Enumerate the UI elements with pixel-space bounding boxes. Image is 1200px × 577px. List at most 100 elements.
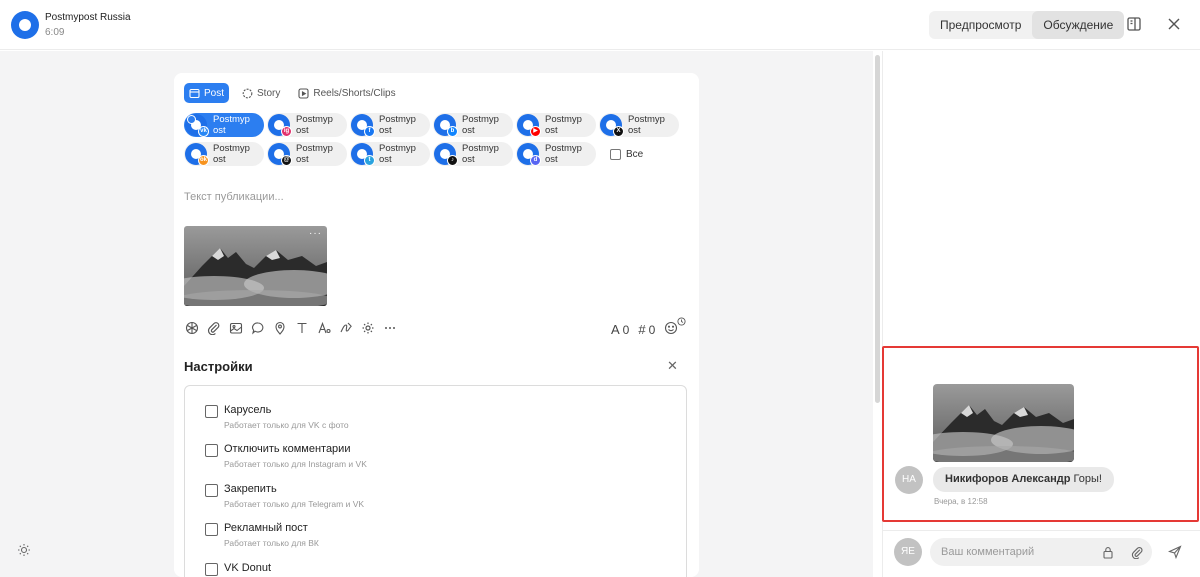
channel-name: Postmyp [213, 143, 250, 154]
channel-chip[interactable]: b Postmyp ost [433, 113, 513, 137]
channel-name: Postmyp [462, 143, 499, 154]
tab-preview[interactable]: Предпросмотр [929, 11, 1032, 39]
settings-options: Карусель Работает только для VK с фото О… [184, 385, 687, 577]
image-icon[interactable] [228, 320, 243, 335]
settings-close-icon[interactable]: ✕ [667, 358, 678, 374]
select-all-checkbox[interactable] [610, 149, 621, 160]
send-icon[interactable] [1168, 545, 1182, 559]
channel-name-cont: ost [545, 125, 558, 136]
attach-icon[interactable] [206, 320, 221, 335]
split-view-icon[interactable] [1124, 14, 1144, 34]
char-count-icon: A [611, 322, 620, 337]
instagram-icon: ig [281, 126, 292, 137]
attached-image[interactable]: ··· [184, 226, 327, 306]
channel-chip[interactable]: ▶ Postmyp ost [516, 113, 596, 137]
tab-discussion[interactable]: Обсуждение [1032, 11, 1125, 39]
close-icon[interactable] [1164, 14, 1184, 34]
comment-time: Вчера, в 12:58 [934, 497, 988, 506]
option-label: VK Donut [224, 562, 272, 574]
channel-name-cont: ost [213, 125, 226, 136]
ai-icon[interactable] [184, 320, 199, 335]
bluesky-icon: b [447, 126, 458, 137]
lock-icon[interactable] [1101, 545, 1115, 559]
comment-avatar: НА [895, 466, 923, 494]
option-hint: Работает только для VK с фото [224, 420, 349, 430]
channel-chip[interactable]: d Postmyp ost [516, 142, 596, 166]
account-time: 6:09 [45, 27, 65, 38]
ok-icon: ok [198, 155, 209, 166]
tab-story[interactable]: Story [237, 83, 285, 103]
mountain-photo [184, 226, 327, 306]
char-count: 0 [622, 322, 630, 337]
channel-chip[interactable]: ig Postmyp ost [267, 113, 347, 137]
carousel-checkbox[interactable] [205, 405, 218, 418]
channel-name: Postmyp [628, 114, 665, 125]
settings-gear-icon[interactable] [360, 320, 375, 335]
channel-name: Postmyp [296, 114, 333, 125]
tab-post[interactable]: Post [184, 83, 230, 103]
more-options-icon[interactable] [382, 320, 397, 335]
view-switcher: Предпросмотр Обсуждение [929, 11, 1125, 39]
post-type-tabs: Post Story Reels/Shorts/Clips [184, 83, 401, 103]
schedule-clock-icon[interactable] [677, 315, 686, 329]
channel-name: Postmyp [296, 143, 333, 154]
select-all[interactable]: Все [610, 149, 643, 160]
vk-donut-checkbox[interactable] [205, 563, 218, 576]
text-format-icon[interactable] [294, 320, 309, 335]
channel-name-cont: ost [462, 125, 475, 136]
location-icon[interactable] [272, 320, 287, 335]
editor-scrollbar[interactable] [875, 55, 880, 403]
selected-check-icon [187, 115, 196, 124]
emoji-icon[interactable] [664, 321, 678, 338]
channel-name: Postmyp [379, 114, 416, 125]
channel-chip[interactable]: t Postmyp ost [350, 142, 430, 166]
editor-toolbar [184, 320, 397, 335]
channel-name-cont: ost [296, 125, 309, 136]
more-icon[interactable]: ··· [309, 229, 322, 239]
channel-name-cont: ost [545, 154, 558, 165]
channel-chip[interactable]: vk Postmyp ost [184, 113, 264, 137]
tab-reels-label: Reels/Shorts/Clips [313, 87, 396, 99]
comment-text: Горы! [1073, 473, 1102, 485]
channel-name-cont: ost [628, 125, 641, 136]
channel-chip[interactable]: ok Postmyp ost [184, 142, 264, 166]
comment-image[interactable] [933, 384, 1074, 462]
youtube-icon: ▶ [530, 126, 541, 137]
channel-name: Postmyp [545, 143, 582, 154]
channel-name-cont: ost [379, 154, 392, 165]
x-icon: X [613, 126, 624, 137]
post-text-input[interactable]: Текст публикации... [184, 191, 284, 203]
option-label: Карусель [224, 404, 272, 416]
comment-bubble: Никифоров Александр Горы! [933, 467, 1114, 492]
theme-toggle-icon[interactable] [17, 543, 31, 557]
channel-chip[interactable]: ♪ Postmyp ost [433, 142, 513, 166]
channel-chip[interactable]: f Postmyp ost [350, 113, 430, 137]
option-label: Закрепить [224, 483, 277, 495]
account-logo [11, 11, 39, 39]
channel-name-cont: ost [379, 125, 392, 136]
signature-icon[interactable] [338, 320, 353, 335]
tab-story-label: Story [257, 87, 281, 99]
ad-post-checkbox[interactable] [205, 523, 218, 536]
vk-icon: vk [198, 126, 209, 137]
comment-input[interactable] [930, 538, 1152, 566]
attach-icon[interactable] [1130, 545, 1144, 559]
story-icon [242, 88, 253, 99]
channel-name-cont: ost [296, 154, 309, 165]
disable-comments-checkbox[interactable] [205, 444, 218, 457]
channel-name: Postmyp [213, 114, 250, 125]
tab-reels[interactable]: Reels/Shorts/Clips [293, 83, 400, 103]
comment-icon[interactable] [250, 320, 265, 335]
settings-title: Настройки [184, 359, 253, 374]
select-all-label: Все [626, 149, 644, 160]
account-name: Postmypost Russia [45, 12, 131, 23]
channel-chip[interactable]: @ Postmyp ost [267, 142, 347, 166]
channel-name-cont: ost [462, 154, 475, 165]
pin-checkbox[interactable] [205, 484, 218, 497]
font-icon[interactable] [316, 320, 331, 335]
option-hint: Работает только для Instagram и VK [224, 459, 367, 469]
top-bar: Postmypost Russia 6:09 Предпросмотр Обсу… [0, 0, 1200, 50]
channel-name: Postmyp [462, 114, 499, 125]
comment-author[interactable]: Никифоров Александр [945, 473, 1070, 485]
channel-chip[interactable]: X Postmyp ost [599, 113, 679, 137]
